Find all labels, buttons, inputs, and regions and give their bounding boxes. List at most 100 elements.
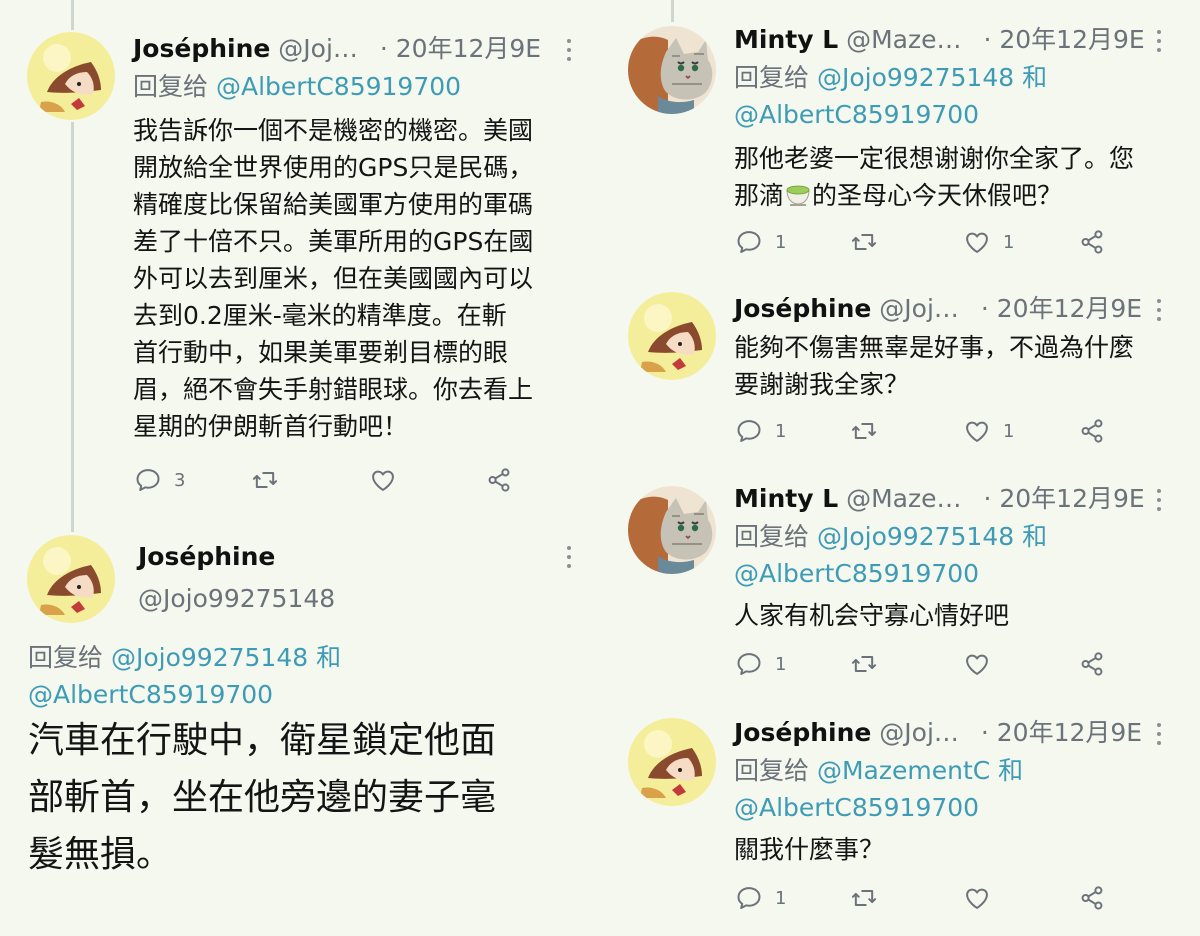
mention-link[interactable]: @MazementC — [817, 756, 990, 785]
retweet-arrows-icon — [850, 228, 878, 256]
share-button[interactable] — [1078, 228, 1106, 256]
author-name[interactable]: Joséphine — [734, 718, 871, 747]
speech-bubble-icon — [735, 417, 763, 445]
more-options-icon[interactable] — [566, 546, 572, 568]
tweet-text-line: 汽車在行駛中，衛星鎖定他面 — [28, 720, 497, 761]
heart-icon — [963, 228, 991, 256]
mention-link[interactable]: @AlbertC85919700 — [734, 793, 979, 823]
avatar[interactable] — [628, 486, 716, 574]
share-button[interactable] — [1078, 650, 1106, 678]
author-name[interactable]: Joséphine — [138, 542, 275, 572]
author-name[interactable]: Minty L — [734, 484, 838, 513]
mention-link[interactable]: @Jojo99275148 — [817, 522, 1014, 551]
tweet-header: Minty L @Maze… · 20年12月9E — [734, 25, 1145, 55]
reply-button[interactable]: 3 — [134, 466, 185, 494]
tweet-header: Joséphine @Joj… · 20年12月9E — [133, 34, 541, 64]
retweet-button[interactable] — [850, 417, 878, 445]
avatar[interactable] — [27, 32, 115, 120]
matcha-cup-emoji — [784, 182, 812, 208]
author-name[interactable]: Joséphine — [734, 294, 871, 323]
author-handle[interactable]: @Maze… — [846, 25, 961, 54]
mention-link[interactable]: @AlbertC85919700 — [734, 559, 979, 589]
more-options-icon[interactable] — [1156, 299, 1162, 321]
mention-link[interactable]: @AlbertC85919700 — [734, 100, 979, 130]
like-button[interactable]: 1 — [963, 228, 1014, 256]
share-button[interactable] — [1078, 884, 1106, 912]
mention-link[interactable]: @AlbertC85919700 — [216, 72, 461, 101]
thread-line-right-top — [671, 0, 674, 22]
reply-button[interactable]: 1 — [735, 650, 786, 678]
tweet-date[interactable]: · 20年12月9E — [983, 25, 1144, 54]
reply-prefix: 回复给 — [28, 643, 104, 672]
share-nodes-icon — [1078, 228, 1106, 256]
reply-prefix: 回复给 — [734, 522, 810, 551]
tweet-text-line: 關我什麼事？ — [734, 835, 885, 864]
retweet-button[interactable] — [850, 884, 878, 912]
author-handle[interactable]: @Joj… — [879, 294, 959, 323]
tweet-text-segment: 那滴 — [734, 181, 785, 210]
more-options-icon[interactable] — [1156, 30, 1162, 52]
reply-count: 1 — [775, 420, 787, 442]
reply-button[interactable]: 1 — [735, 417, 786, 445]
tweet-date[interactable]: · 20年12月9E — [981, 294, 1142, 323]
tweet-text-line: 開放給全世界使用的GPS只是民碼， — [133, 153, 534, 182]
reply-count: 3 — [174, 469, 186, 491]
avatar[interactable] — [628, 292, 716, 380]
author-handle[interactable]: @Jojo99275148 — [138, 584, 335, 614]
avatar[interactable] — [27, 535, 115, 623]
share-nodes-icon — [1078, 650, 1106, 678]
author-handle[interactable]: @Joj… — [278, 34, 358, 63]
retweet-button[interactable] — [850, 228, 878, 256]
share-button[interactable] — [485, 466, 513, 494]
tweet-text-line: 部斬首，坐在他旁邊的妻子毫 — [28, 777, 497, 818]
author-name[interactable]: Joséphine — [133, 34, 270, 63]
tweet-text-line: 眉，絕不會失手射錯眼球。你去看上 — [133, 375, 534, 404]
mention-link[interactable]: @Jojo99275148 — [817, 63, 1014, 92]
reply-prefix: 回复给 — [734, 63, 810, 92]
reply-button[interactable]: 1 — [735, 884, 786, 912]
reply-count: 1 — [775, 653, 787, 675]
tweet-date[interactable]: · 20年12月9E — [981, 718, 1142, 747]
reply-count: 1 — [775, 887, 787, 909]
mention-link[interactable]: @AlbertC85919700 — [28, 680, 273, 710]
speech-bubble-icon — [735, 884, 763, 912]
reply-prefix: 回复给 — [734, 756, 810, 785]
reply-context: 回复给 @Jojo99275148 和 — [734, 63, 1047, 93]
share-nodes-icon — [1078, 417, 1106, 445]
reply-button[interactable]: 1 — [735, 228, 786, 256]
more-options-icon[interactable] — [1156, 723, 1162, 745]
tweet-date[interactable]: · 20年12月9E — [380, 34, 541, 63]
like-button[interactable] — [369, 466, 397, 494]
share-button[interactable] — [1078, 417, 1106, 445]
avatar-josephine-image — [27, 535, 115, 623]
avatar-minty-image — [628, 486, 716, 574]
tweet-text-line: 差了十倍不只。美軍所用的GPS在國 — [133, 227, 534, 256]
thread-line-left-top — [71, 0, 74, 30]
author-name[interactable]: Minty L — [734, 25, 838, 54]
like-button[interactable] — [963, 884, 991, 912]
speech-bubble-icon — [134, 466, 162, 494]
tweet-header: Minty L @Maze… · 20年12月9E — [734, 484, 1145, 514]
and-word: 和 — [998, 756, 1024, 785]
mention-link[interactable]: @Jojo99275148 — [111, 643, 308, 672]
more-options-icon[interactable] — [566, 39, 572, 61]
more-options-icon[interactable] — [1156, 489, 1162, 511]
like-button[interactable]: 1 — [963, 417, 1014, 445]
tweet-date[interactable]: · 20年12月9E — [983, 484, 1144, 513]
tweet-text-line: 那他老婆一定很想谢谢你全家了。您 — [734, 144, 1135, 173]
author-handle[interactable]: @Maze… — [846, 484, 961, 513]
tweet-text-line: 星期的伊朗斬首行動吧！ — [133, 412, 409, 441]
avatar[interactable] — [628, 26, 716, 114]
avatar-josephine-image — [27, 32, 115, 120]
tweet-text-line: 首行動中，如果美軍要剃目標的眼 — [133, 338, 509, 367]
like-button[interactable] — [963, 650, 991, 678]
author-handle[interactable]: @Joj… — [879, 718, 959, 747]
retweet-button[interactable] — [251, 466, 279, 494]
speech-bubble-icon — [735, 228, 763, 256]
tweet-text-line: 去到0.2厘米-毫米的精準度。在斬 — [133, 301, 507, 330]
heart-icon — [369, 466, 397, 494]
avatar-josephine-image — [628, 292, 716, 380]
avatar[interactable] — [628, 718, 716, 806]
retweet-button[interactable] — [850, 650, 878, 678]
tweet-text-line: 髮無損。 — [28, 834, 173, 875]
